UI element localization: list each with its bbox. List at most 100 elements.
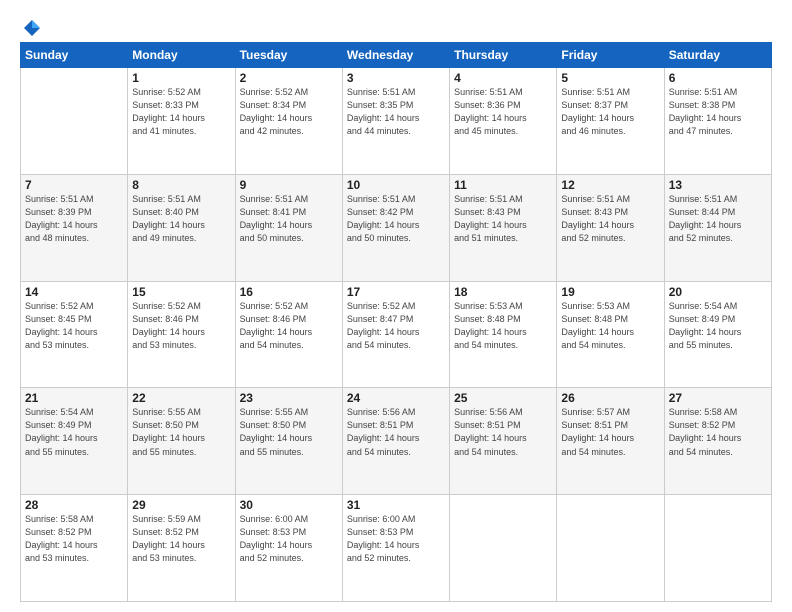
calendar-header-row: SundayMondayTuesdayWednesdayThursdayFrid…: [21, 43, 772, 68]
day-number: 8: [132, 178, 230, 192]
calendar-cell: 23Sunrise: 5:55 AM Sunset: 8:50 PM Dayli…: [235, 388, 342, 495]
calendar-week-row: 28Sunrise: 5:58 AM Sunset: 8:52 PM Dayli…: [21, 495, 772, 602]
weekday-header: Sunday: [21, 43, 128, 68]
calendar-cell: 4Sunrise: 5:51 AM Sunset: 8:36 PM Daylig…: [450, 68, 557, 175]
day-number: 20: [669, 285, 767, 299]
calendar-cell: 15Sunrise: 5:52 AM Sunset: 8:46 PM Dayli…: [128, 281, 235, 388]
day-number: 4: [454, 71, 552, 85]
day-number: 19: [561, 285, 659, 299]
day-number: 17: [347, 285, 445, 299]
day-info: Sunrise: 5:53 AM Sunset: 8:48 PM Dayligh…: [561, 300, 659, 352]
weekday-header: Saturday: [664, 43, 771, 68]
calendar-cell: 6Sunrise: 5:51 AM Sunset: 8:38 PM Daylig…: [664, 68, 771, 175]
day-info: Sunrise: 5:52 AM Sunset: 8:47 PM Dayligh…: [347, 300, 445, 352]
day-info: Sunrise: 5:58 AM Sunset: 8:52 PM Dayligh…: [669, 406, 767, 458]
calendar-cell: 22Sunrise: 5:55 AM Sunset: 8:50 PM Dayli…: [128, 388, 235, 495]
day-info: Sunrise: 5:51 AM Sunset: 8:44 PM Dayligh…: [669, 193, 767, 245]
logo: [20, 18, 42, 34]
calendar-cell: 21Sunrise: 5:54 AM Sunset: 8:49 PM Dayli…: [21, 388, 128, 495]
day-number: 28: [25, 498, 123, 512]
day-info: Sunrise: 5:52 AM Sunset: 8:34 PM Dayligh…: [240, 86, 338, 138]
calendar-cell: 17Sunrise: 5:52 AM Sunset: 8:47 PM Dayli…: [342, 281, 449, 388]
day-info: Sunrise: 5:51 AM Sunset: 8:41 PM Dayligh…: [240, 193, 338, 245]
day-info: Sunrise: 5:51 AM Sunset: 8:40 PM Dayligh…: [132, 193, 230, 245]
day-number: 29: [132, 498, 230, 512]
calendar-cell: 26Sunrise: 5:57 AM Sunset: 8:51 PM Dayli…: [557, 388, 664, 495]
weekday-header: Wednesday: [342, 43, 449, 68]
day-info: Sunrise: 5:51 AM Sunset: 8:43 PM Dayligh…: [561, 193, 659, 245]
header: [20, 18, 772, 34]
weekday-header: Tuesday: [235, 43, 342, 68]
day-number: 1: [132, 71, 230, 85]
day-number: 6: [669, 71, 767, 85]
calendar-cell: [21, 68, 128, 175]
calendar-cell: 27Sunrise: 5:58 AM Sunset: 8:52 PM Dayli…: [664, 388, 771, 495]
page: SundayMondayTuesdayWednesdayThursdayFrid…: [0, 0, 792, 612]
calendar-cell: 12Sunrise: 5:51 AM Sunset: 8:43 PM Dayli…: [557, 174, 664, 281]
day-number: 27: [669, 391, 767, 405]
calendar-cell: [557, 495, 664, 602]
day-number: 11: [454, 178, 552, 192]
day-number: 21: [25, 391, 123, 405]
day-number: 18: [454, 285, 552, 299]
calendar-cell: [664, 495, 771, 602]
day-info: Sunrise: 5:51 AM Sunset: 8:36 PM Dayligh…: [454, 86, 552, 138]
calendar-week-row: 7Sunrise: 5:51 AM Sunset: 8:39 PM Daylig…: [21, 174, 772, 281]
day-number: 5: [561, 71, 659, 85]
calendar-cell: 19Sunrise: 5:53 AM Sunset: 8:48 PM Dayli…: [557, 281, 664, 388]
day-number: 12: [561, 178, 659, 192]
day-number: 31: [347, 498, 445, 512]
calendar-cell: 13Sunrise: 5:51 AM Sunset: 8:44 PM Dayli…: [664, 174, 771, 281]
day-info: Sunrise: 5:56 AM Sunset: 8:51 PM Dayligh…: [454, 406, 552, 458]
calendar-cell: [450, 495, 557, 602]
weekday-header: Thursday: [450, 43, 557, 68]
day-number: 14: [25, 285, 123, 299]
calendar-cell: 16Sunrise: 5:52 AM Sunset: 8:46 PM Dayli…: [235, 281, 342, 388]
calendar-cell: 8Sunrise: 5:51 AM Sunset: 8:40 PM Daylig…: [128, 174, 235, 281]
calendar-week-row: 21Sunrise: 5:54 AM Sunset: 8:49 PM Dayli…: [21, 388, 772, 495]
day-number: 7: [25, 178, 123, 192]
calendar: SundayMondayTuesdayWednesdayThursdayFrid…: [20, 42, 772, 602]
calendar-week-row: 1Sunrise: 5:52 AM Sunset: 8:33 PM Daylig…: [21, 68, 772, 175]
day-number: 25: [454, 391, 552, 405]
logo-icon: [22, 18, 42, 38]
calendar-cell: 5Sunrise: 5:51 AM Sunset: 8:37 PM Daylig…: [557, 68, 664, 175]
day-number: 26: [561, 391, 659, 405]
day-info: Sunrise: 5:56 AM Sunset: 8:51 PM Dayligh…: [347, 406, 445, 458]
calendar-week-row: 14Sunrise: 5:52 AM Sunset: 8:45 PM Dayli…: [21, 281, 772, 388]
day-info: Sunrise: 5:55 AM Sunset: 8:50 PM Dayligh…: [240, 406, 338, 458]
day-number: 15: [132, 285, 230, 299]
weekday-header: Friday: [557, 43, 664, 68]
calendar-cell: 28Sunrise: 5:58 AM Sunset: 8:52 PM Dayli…: [21, 495, 128, 602]
day-number: 2: [240, 71, 338, 85]
calendar-cell: 9Sunrise: 5:51 AM Sunset: 8:41 PM Daylig…: [235, 174, 342, 281]
day-info: Sunrise: 5:51 AM Sunset: 8:35 PM Dayligh…: [347, 86, 445, 138]
day-info: Sunrise: 5:51 AM Sunset: 8:39 PM Dayligh…: [25, 193, 123, 245]
calendar-cell: 2Sunrise: 5:52 AM Sunset: 8:34 PM Daylig…: [235, 68, 342, 175]
day-number: 24: [347, 391, 445, 405]
calendar-cell: 30Sunrise: 6:00 AM Sunset: 8:53 PM Dayli…: [235, 495, 342, 602]
calendar-cell: 18Sunrise: 5:53 AM Sunset: 8:48 PM Dayli…: [450, 281, 557, 388]
day-number: 16: [240, 285, 338, 299]
day-number: 13: [669, 178, 767, 192]
calendar-cell: 20Sunrise: 5:54 AM Sunset: 8:49 PM Dayli…: [664, 281, 771, 388]
day-info: Sunrise: 5:52 AM Sunset: 8:33 PM Dayligh…: [132, 86, 230, 138]
day-info: Sunrise: 5:52 AM Sunset: 8:45 PM Dayligh…: [25, 300, 123, 352]
day-info: Sunrise: 5:58 AM Sunset: 8:52 PM Dayligh…: [25, 513, 123, 565]
day-info: Sunrise: 5:51 AM Sunset: 8:37 PM Dayligh…: [561, 86, 659, 138]
calendar-cell: 14Sunrise: 5:52 AM Sunset: 8:45 PM Dayli…: [21, 281, 128, 388]
day-info: Sunrise: 5:52 AM Sunset: 8:46 PM Dayligh…: [240, 300, 338, 352]
day-info: Sunrise: 5:54 AM Sunset: 8:49 PM Dayligh…: [669, 300, 767, 352]
day-number: 23: [240, 391, 338, 405]
day-info: Sunrise: 5:51 AM Sunset: 8:43 PM Dayligh…: [454, 193, 552, 245]
day-info: Sunrise: 5:51 AM Sunset: 8:42 PM Dayligh…: [347, 193, 445, 245]
calendar-cell: 25Sunrise: 5:56 AM Sunset: 8:51 PM Dayli…: [450, 388, 557, 495]
calendar-cell: 1Sunrise: 5:52 AM Sunset: 8:33 PM Daylig…: [128, 68, 235, 175]
calendar-cell: 29Sunrise: 5:59 AM Sunset: 8:52 PM Dayli…: [128, 495, 235, 602]
day-info: Sunrise: 6:00 AM Sunset: 8:53 PM Dayligh…: [240, 513, 338, 565]
day-number: 3: [347, 71, 445, 85]
day-info: Sunrise: 5:55 AM Sunset: 8:50 PM Dayligh…: [132, 406, 230, 458]
day-number: 10: [347, 178, 445, 192]
calendar-cell: 31Sunrise: 6:00 AM Sunset: 8:53 PM Dayli…: [342, 495, 449, 602]
day-info: Sunrise: 5:59 AM Sunset: 8:52 PM Dayligh…: [132, 513, 230, 565]
